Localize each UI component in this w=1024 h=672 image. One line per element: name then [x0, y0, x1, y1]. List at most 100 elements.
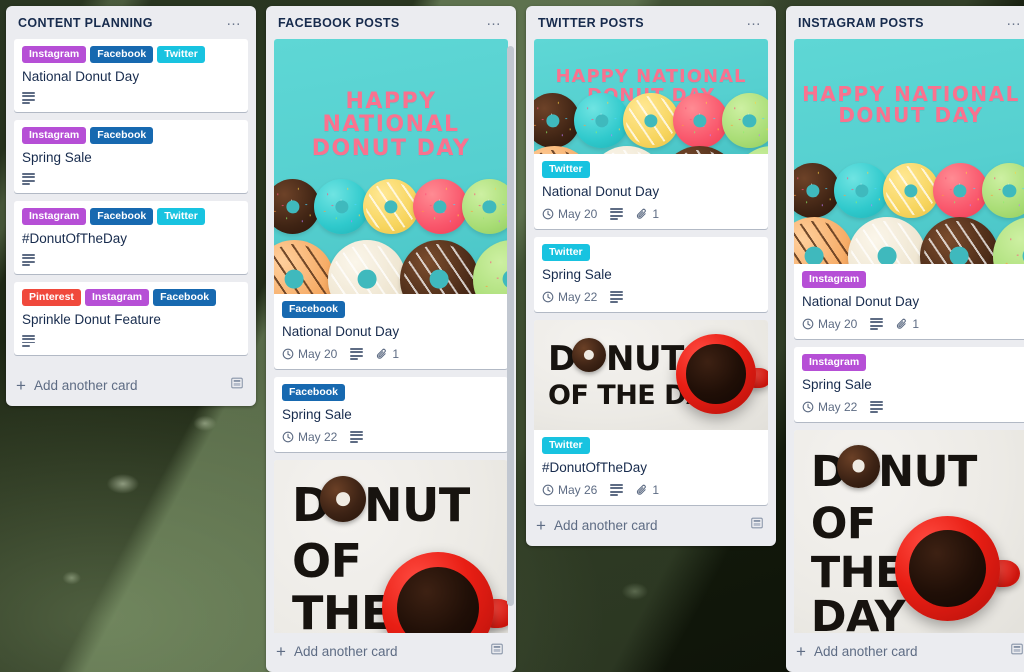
- card-template-icon[interactable]: [1010, 642, 1024, 661]
- list-menu-icon[interactable]: …: [222, 13, 246, 31]
- card-badges: May 22: [802, 400, 1020, 414]
- board-card[interactable]: Twitter Spring Sale May 22: [534, 237, 768, 312]
- board-card[interactable]: HAPPY NATIONAL DONUT DAY Instagram National…: [794, 39, 1024, 339]
- card-badges: May 20 1: [802, 317, 1020, 331]
- card-cover-image: HAPPY NATIONAL DONUT DAY: [534, 39, 768, 154]
- donut-graphic: [794, 217, 854, 264]
- donut-graphic: [992, 217, 1024, 264]
- card-template-icon[interactable]: [750, 516, 764, 535]
- plus-icon: +: [276, 641, 286, 661]
- cover-headline-3: OF: [810, 498, 876, 549]
- due-date-badge[interactable]: May 20: [282, 347, 337, 361]
- description-badge: [610, 208, 624, 220]
- board-card[interactable]: Instagram Spring Sale May 22: [794, 347, 1024, 422]
- donut-graphic: [327, 240, 406, 294]
- card-title: #DonutOfTheDay: [542, 460, 648, 475]
- card-labels: Facebook: [282, 301, 500, 318]
- label-twitter[interactable]: Twitter: [542, 161, 590, 178]
- add-card-label: Add another card: [33, 378, 138, 393]
- card-title: Sprinkle Donut Feature: [22, 311, 161, 327]
- board-card[interactable]: Instagram Facebook Twitter #DonutOfTheDay: [14, 200, 248, 274]
- card-template-icon[interactable]: [490, 642, 504, 661]
- list-title: TWITTER POSTS: [538, 16, 644, 30]
- label-facebook[interactable]: Facebook: [153, 288, 217, 306]
- coffee-cup-graphic: [894, 516, 1020, 621]
- card-labels: Pinterest Instagram Facebook: [22, 288, 240, 306]
- card-badges: May 26 1: [542, 483, 760, 497]
- donut-graphic: [363, 179, 419, 235]
- due-date-badge[interactable]: May 20: [542, 207, 597, 221]
- list-menu-icon[interactable]: …: [482, 13, 506, 31]
- card-badges: [22, 334, 240, 347]
- add-another-card-button[interactable]: + Add another card: [786, 633, 1024, 672]
- label-twitter[interactable]: Twitter: [542, 244, 590, 261]
- due-date-badge[interactable]: May 22: [282, 430, 337, 444]
- donut-graphic: [847, 217, 926, 264]
- label-facebook[interactable]: Facebook: [90, 207, 154, 225]
- card-badges: [22, 172, 240, 185]
- label-instagram[interactable]: Instagram: [802, 354, 867, 371]
- description-badge: [610, 291, 624, 303]
- board-card[interactable]: Instagram Facebook Spring Sale: [14, 119, 248, 193]
- list-header: FACEBOOK POSTS…: [266, 6, 516, 39]
- card-title: #DonutOfTheDay: [22, 230, 128, 246]
- card-badges: May 22: [282, 430, 500, 444]
- label-facebook[interactable]: Facebook: [282, 301, 346, 318]
- card-labels: Twitter: [542, 437, 760, 454]
- add-another-card-button[interactable]: + Add another card: [6, 367, 256, 406]
- list-column: CONTENT PLANNING… Instagram Facebook Twitte…: [6, 6, 256, 406]
- card-badges: May 20 1: [542, 207, 760, 221]
- card-template-icon[interactable]: [230, 376, 244, 395]
- label-facebook[interactable]: Facebook: [90, 46, 154, 63]
- label-instagram[interactable]: Instagram: [22, 126, 87, 144]
- label-twitter[interactable]: Twitter: [542, 437, 590, 454]
- attachment-count: 1: [912, 317, 920, 331]
- board-card[interactable]: DNUTOFTHEDAY: [274, 460, 508, 633]
- add-another-card-button[interactable]: + Add another card: [526, 507, 776, 546]
- list-menu-icon[interactable]: …: [742, 13, 766, 31]
- due-date-badge[interactable]: May 20: [802, 317, 857, 331]
- donut-graphic: [721, 93, 768, 149]
- board-card[interactable]: Instagram Facebook Twitter National Donut D…: [14, 39, 248, 112]
- card-cover-image: DNUTOFTHEDAY: [794, 430, 1024, 633]
- card-badges: [22, 253, 240, 266]
- label-facebook[interactable]: Facebook: [90, 126, 154, 144]
- card-title: Spring Sale: [802, 377, 872, 392]
- board-card[interactable]: Pinterest Instagram Facebook Sprinkle Donut…: [14, 281, 248, 355]
- label-facebook[interactable]: Facebook: [282, 384, 346, 401]
- card-labels: Instagram Facebook Twitter: [22, 207, 240, 225]
- board-card[interactable]: Facebook Spring Sale May 22: [274, 377, 508, 452]
- add-another-card-button[interactable]: + Add another card: [266, 633, 516, 672]
- description-badge: [22, 92, 35, 104]
- board-card[interactable]: HAPPY NATIONAL DONUT DAY Twitter National …: [534, 39, 768, 229]
- board-card[interactable]: HAPPY NATIONAL DONUT DAY Facebook National …: [274, 39, 508, 369]
- label-instagram[interactable]: Instagram: [802, 271, 867, 288]
- donut-graphic: [920, 217, 999, 264]
- donut-graphic: [574, 93, 630, 149]
- list-scrollbar[interactable]: [507, 46, 514, 606]
- list-menu-icon[interactable]: …: [1002, 13, 1024, 31]
- label-twitter[interactable]: Twitter: [157, 46, 205, 63]
- description-badge: [22, 334, 35, 347]
- card-title: National Donut Day: [542, 184, 660, 199]
- card-title: National Donut Day: [802, 294, 920, 309]
- label-pinterest[interactable]: Pinterest: [22, 288, 81, 306]
- donut-graphic: [412, 179, 468, 235]
- donut-graphic: [660, 146, 739, 154]
- card-labels: Facebook: [282, 384, 500, 401]
- donut-graphic: [623, 93, 679, 149]
- board-card[interactable]: D NUT OF THE DAY Twitter #DonutOfTheDay May 2…: [534, 320, 768, 505]
- due-date-badge[interactable]: May 22: [542, 290, 597, 304]
- due-date-badge[interactable]: May 26: [542, 483, 597, 497]
- cover-headline-3: OF: [292, 534, 362, 588]
- card-list: HAPPY NATIONAL DONUT DAY Instagram National…: [786, 39, 1024, 633]
- cover-headline-4: THE: [810, 547, 905, 598]
- list-column: FACEBOOK POSTS … HAPPY NATIONAL DONUT DAY Fa…: [266, 6, 516, 672]
- board-card[interactable]: DNUTOFTHEDAY: [794, 430, 1024, 633]
- label-instagram[interactable]: Instagram: [22, 46, 87, 63]
- label-instagram[interactable]: Instagram: [22, 207, 87, 225]
- label-instagram[interactable]: Instagram: [84, 288, 150, 306]
- donut-graphic: [400, 240, 479, 294]
- label-twitter[interactable]: Twitter: [157, 207, 205, 225]
- due-date-badge[interactable]: May 22: [802, 400, 857, 414]
